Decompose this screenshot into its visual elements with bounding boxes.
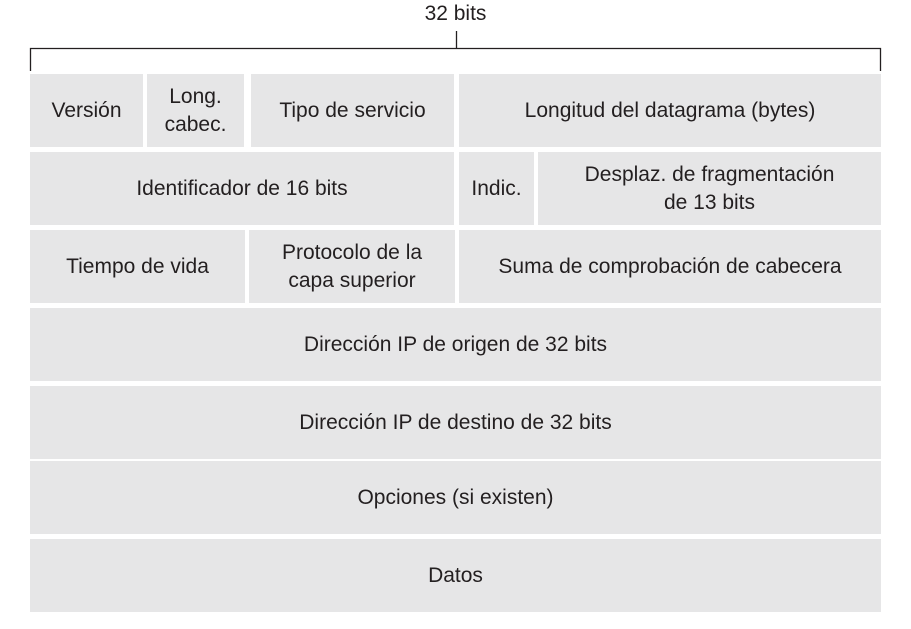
options-field: Opciones (si existen) (30, 461, 881, 534)
version-field: Versión (30, 74, 143, 147)
field-label: Longitud del datagrama (bytes) (524, 98, 816, 122)
field-label: Dirección IP de origen de 32 bits (303, 332, 608, 356)
identifier-field: Identificador de 16 bits (30, 152, 454, 225)
field-label: Opciones (si existen) (357, 485, 554, 509)
field-label: Desplaz. de fragmentación de 13 bits (584, 162, 835, 214)
field-label: Tipo de servicio (279, 98, 426, 122)
fragment-offset-field: Desplaz. de fragmentación de 13 bits (538, 152, 881, 225)
data-field: Datos (30, 539, 881, 612)
header-length-field: Long. cabec. (147, 74, 244, 147)
flags-field: Indic. (459, 152, 534, 225)
datagram-length-field: Longitud del datagrama (bytes) (459, 74, 881, 147)
upper-layer-protocol-field: Protocolo de la capa superior (249, 230, 455, 303)
field-label: Tiempo de vida (66, 254, 209, 278)
field-label: Suma de comprobación de cabecera (498, 254, 842, 278)
field-label: Identificador de 16 bits (136, 176, 348, 200)
width-bracket (29, 31, 882, 71)
field-label: Protocolo de la capa superior (281, 240, 423, 292)
source-ip-field: Dirección IP de origen de 32 bits (30, 308, 881, 381)
field-label: Dirección IP de destino de 32 bits (299, 410, 612, 434)
type-of-service-field: Tipo de servicio (251, 74, 454, 147)
time-to-live-field: Tiempo de vida (30, 230, 245, 303)
field-label: Indic. (471, 176, 522, 200)
header-checksum-field: Suma de comprobación de cabecera (459, 230, 881, 303)
field-label: Versión (51, 98, 122, 122)
destination-ip-field: Dirección IP de destino de 32 bits (30, 386, 881, 459)
field-label: Datos (428, 563, 483, 587)
field-label: Long. cabec. (164, 84, 227, 136)
